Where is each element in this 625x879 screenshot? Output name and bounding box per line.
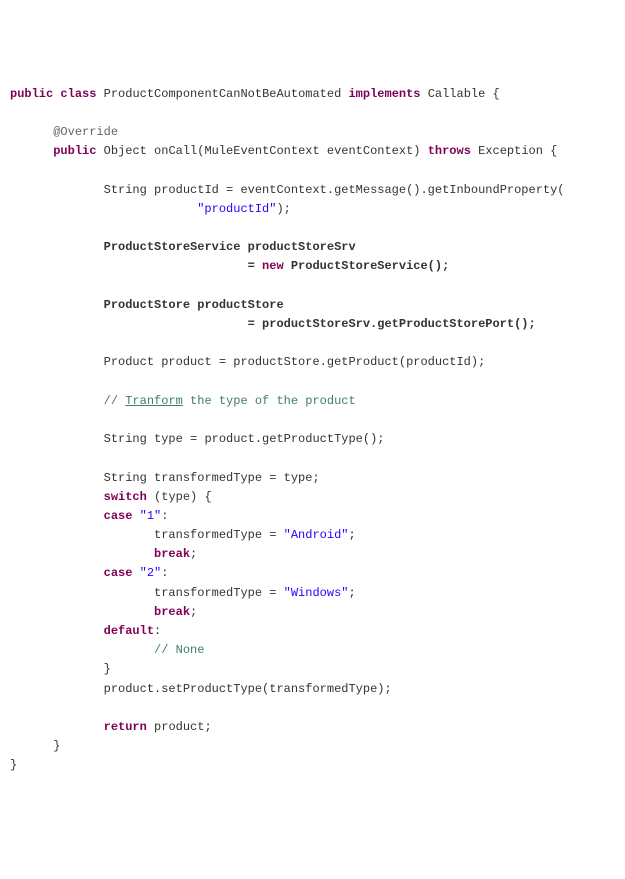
case1-body: transformedType =: [154, 528, 284, 542]
line-productid-end: );: [276, 202, 290, 216]
kw-switch: switch: [104, 490, 147, 504]
kw-public2: public: [53, 144, 96, 158]
return-val: product;: [147, 720, 212, 734]
line-store-decl: ProductStore productStore: [104, 298, 284, 312]
line-type: String type = product.getProductType();: [104, 432, 385, 446]
line-productid: String productId = eventContext.getMessa…: [104, 183, 565, 197]
colon1: :: [161, 509, 168, 523]
semi1: ;: [348, 528, 355, 542]
kw-implements: implements: [348, 87, 420, 101]
case2-body: transformedType =: [154, 586, 284, 600]
kw-case2: case: [104, 566, 133, 580]
switch-cond: (type) {: [147, 490, 212, 504]
line-transformed: String transformedType = type;: [104, 471, 320, 485]
kw-throws: throws: [428, 144, 471, 158]
line-settype: product.setProductType(transformedType);: [104, 682, 392, 696]
colon2: :: [161, 566, 168, 580]
comment-none: // None: [154, 643, 204, 657]
kw-class: class: [60, 87, 96, 101]
brace-close-method: }: [53, 739, 60, 753]
brace-close-switch: }: [104, 662, 111, 676]
colon3: :: [154, 624, 161, 638]
kw-default: default: [104, 624, 154, 638]
brace-close-class: }: [10, 758, 17, 772]
annotation-override: @Override: [53, 125, 118, 139]
class-name: ProductComponentCanNotBeAutomated: [96, 87, 348, 101]
str-android: "Android": [284, 528, 349, 542]
comment-transform: // Tranform the type of the product: [104, 394, 356, 408]
str-one: "1": [140, 509, 162, 523]
method-sig2: Exception {: [471, 144, 557, 158]
kw-public: public: [10, 87, 53, 101]
kw-return: return: [104, 720, 147, 734]
str-two: "2": [140, 566, 162, 580]
kw-case1: case: [104, 509, 133, 523]
line-product: Product product = productStore.getProduc…: [104, 355, 486, 369]
line-store-assign: = productStoreSrv.getProductStorePort();: [248, 317, 536, 331]
str-windows: "Windows": [284, 586, 349, 600]
semi3: ;: [348, 586, 355, 600]
kw-break1: break: [154, 547, 190, 561]
impl-name: Callable {: [421, 87, 500, 101]
code-block: public class ProductComponentCanNotBeAut…: [10, 85, 615, 776]
line-srv-ctor: ProductStoreService();: [284, 259, 450, 273]
kw-new: new: [262, 259, 284, 273]
semi2: ;: [190, 547, 197, 561]
semi4: ;: [190, 605, 197, 619]
str-productid: "productId": [197, 202, 276, 216]
kw-break2: break: [154, 605, 190, 619]
line-srv-decl: ProductStoreService productStoreSrv: [104, 240, 356, 254]
eq: =: [248, 259, 262, 273]
method-sig: Object onCall(MuleEventContext eventCont…: [96, 144, 427, 158]
